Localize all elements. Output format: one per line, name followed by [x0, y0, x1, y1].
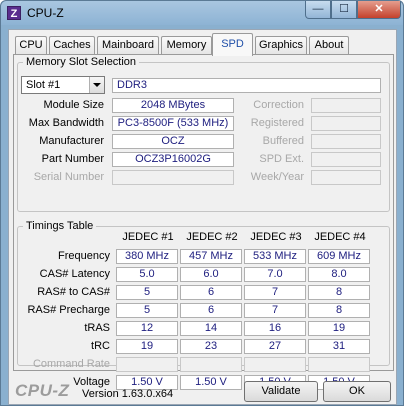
- module-size-value: 2048 MBytes: [112, 98, 234, 113]
- part-number-label: Part Number: [41, 153, 104, 165]
- timing-cell: 6.0: [180, 267, 242, 282]
- timing-cell: [244, 357, 306, 372]
- buffered-label: Buffered: [262, 135, 304, 147]
- serial-number-value: [112, 170, 234, 185]
- timings-column-header: JEDEC #4: [314, 231, 366, 243]
- timing-cell: 7.0: [244, 267, 306, 282]
- tab-memory[interactable]: Memory: [161, 36, 212, 55]
- tab-spd[interactable]: SPD: [212, 33, 253, 56]
- memory-type-value: DDR3: [112, 78, 381, 93]
- memory-slot-group-title: Memory Slot Selection: [23, 56, 140, 68]
- timing-cell: 7: [244, 303, 306, 318]
- timings-column-header: JEDEC #3: [250, 231, 302, 243]
- serial-number-label: Serial Number: [33, 171, 104, 183]
- timings-group-title: Timings Table: [23, 220, 97, 232]
- timing-row-label: RAS# to CAS#: [37, 286, 110, 298]
- timing-row-label: RAS# Precharge: [27, 304, 110, 316]
- timing-row-label: tRC: [91, 340, 110, 352]
- chevron-down-icon[interactable]: [89, 77, 104, 93]
- timing-cell: 19: [116, 339, 178, 354]
- timing-row-label: Frequency: [58, 250, 110, 262]
- spd-tab-panel: Memory Slot Selection Slot #1 DDR3 Modul…: [13, 54, 394, 390]
- correction-label: Correction: [253, 99, 304, 111]
- timings-column-header: JEDEC #2: [186, 231, 238, 243]
- registered-value: [311, 116, 381, 131]
- timing-cell: 23: [180, 339, 242, 354]
- timing-cell: 6: [180, 285, 242, 300]
- tab-mainboard[interactable]: Mainboard: [97, 36, 159, 55]
- manufacturer-value: OCZ: [112, 134, 234, 149]
- manufacturer-label: Manufacturer: [39, 135, 104, 147]
- tab-about[interactable]: About: [309, 36, 349, 55]
- timing-cell: 1.50 V: [180, 375, 242, 390]
- timing-row-label: Command Rate: [32, 358, 110, 370]
- timing-cell: 27: [244, 339, 306, 354]
- timing-cell: 5: [116, 303, 178, 318]
- minimize-button[interactable]: —: [305, 1, 331, 19]
- timing-cell: 16: [244, 321, 306, 336]
- max-bandwidth-value: PC3-8500F (533 MHz): [112, 116, 234, 131]
- cpuz-app-icon: Z: [7, 6, 21, 20]
- week-year-label: Week/Year: [250, 171, 304, 183]
- spd-ext-label: SPD Ext.: [259, 153, 304, 165]
- timing-cell: 8: [308, 303, 370, 318]
- timing-cell: 533 MHz: [244, 249, 306, 264]
- timing-cell: [180, 357, 242, 372]
- client-area: CPU Caches Mainboard Memory SPD Graphics…: [8, 29, 397, 405]
- validate-button[interactable]: Validate: [244, 381, 318, 402]
- window-title: CPU-Z: [27, 6, 64, 20]
- tab-cpu[interactable]: CPU: [15, 36, 47, 55]
- slot-select-value: Slot #1: [26, 79, 61, 91]
- timings-column-header: JEDEC #1: [122, 231, 174, 243]
- timing-cell: 7: [244, 285, 306, 300]
- timing-cell: 14: [180, 321, 242, 336]
- timing-cell: 12: [116, 321, 178, 336]
- part-number-value: OCZ3P16002G: [112, 152, 234, 167]
- week-year-value: [311, 170, 381, 185]
- timing-cell: [308, 357, 370, 372]
- tab-caches[interactable]: Caches: [49, 36, 95, 55]
- close-button[interactable]: ✕: [357, 1, 401, 19]
- module-size-label: Module Size: [43, 99, 104, 111]
- timing-cell: 5: [116, 285, 178, 300]
- registered-label: Registered: [250, 117, 304, 129]
- correction-value: [311, 98, 381, 113]
- tab-graphics[interactable]: Graphics: [255, 36, 307, 55]
- ok-button[interactable]: OK: [323, 381, 391, 402]
- slot-select[interactable]: Slot #1: [21, 76, 105, 94]
- timing-cell: 8.0: [308, 267, 370, 282]
- timing-cell: 457 MHz: [180, 249, 242, 264]
- timing-cell: 609 MHz: [308, 249, 370, 264]
- timing-cell: 5.0: [116, 267, 178, 282]
- timing-cell: 8: [308, 285, 370, 300]
- timing-cell: 19: [308, 321, 370, 336]
- title-bar: Z CPU-Z — ☐ ✕: [1, 1, 403, 25]
- version-text: Version 1.63.0.x64: [82, 388, 174, 400]
- cpuz-brand-logo: CPU-Z: [15, 381, 70, 400]
- timing-row-label: CAS# Latency: [39, 268, 110, 280]
- max-bandwidth-label: Max Bandwidth: [28, 117, 104, 129]
- timing-row-label: tRAS: [84, 322, 110, 334]
- timing-cell: [116, 357, 178, 372]
- timing-cell: 6: [180, 303, 242, 318]
- timing-cell: 31: [308, 339, 370, 354]
- maximize-button[interactable]: ☐: [331, 1, 357, 19]
- cpuz-window: Z CPU-Z — ☐ ✕ CPU Caches Mainboard Memor…: [0, 0, 404, 406]
- buffered-value: [311, 134, 381, 149]
- spd-ext-value: [311, 152, 381, 167]
- timing-cell: 380 MHz: [116, 249, 178, 264]
